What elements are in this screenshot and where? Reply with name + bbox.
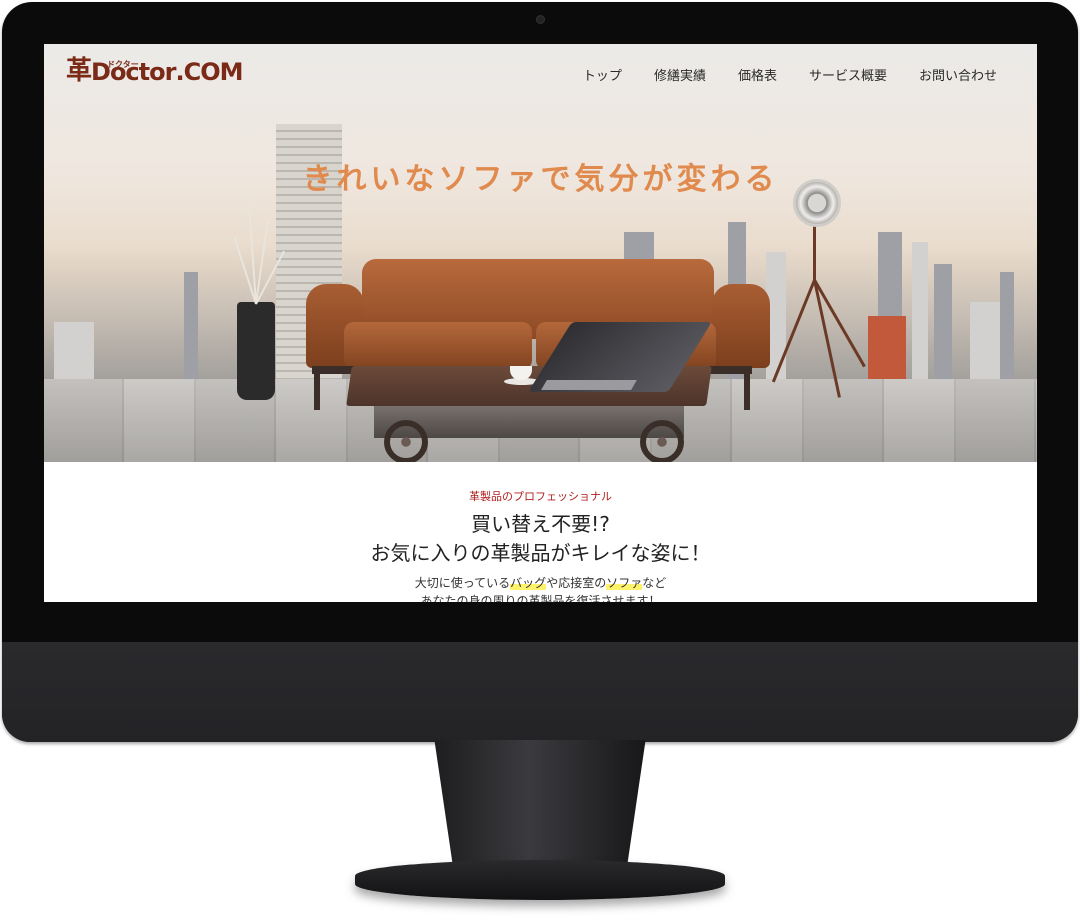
section-headline: 買い替え不要!? お気に入りの革製品がキレイな姿に！ (370, 512, 711, 565)
hero-image: 革 ドクター Doctor . COM トップ 修繕実績 価格表 サービス概要 お… (44, 44, 1037, 462)
global-nav: トップ 修繕実績 価格表 サービス概要 お問い合わせ (583, 65, 997, 84)
nav-top[interactable]: トップ (583, 65, 622, 84)
browser-screen: 革 ドクター Doctor . COM トップ 修繕実績 価格表 サービス概要 お… (44, 44, 1037, 602)
nav-repair-results[interactable]: 修繕実績 (654, 65, 706, 84)
section-lead: 大切に使っているバッグや応接室のソファなど あなたの身の周りの革製品を復活させま… (414, 576, 667, 602)
nav-contact[interactable]: お問い合わせ (919, 65, 997, 84)
monitor-foot (355, 860, 725, 900)
section-eyebrow: 革製品のプロフェッショナル (469, 490, 612, 503)
camera-icon (536, 15, 545, 24)
monitor-chin (2, 642, 1078, 742)
hero-catchphrase: きれいなソファで気分が変わる (302, 162, 779, 197)
nav-price-list[interactable]: 価格表 (738, 65, 777, 84)
vase (237, 302, 275, 400)
nav-service-overview[interactable]: サービス概要 (809, 65, 887, 84)
site-logo[interactable]: 革 ドクター Doctor . COM (66, 56, 243, 86)
intro-section: 革製品のプロフェッショナル 買い替え不要!? お気に入りの革製品がキレイな姿に！… (44, 462, 1037, 602)
